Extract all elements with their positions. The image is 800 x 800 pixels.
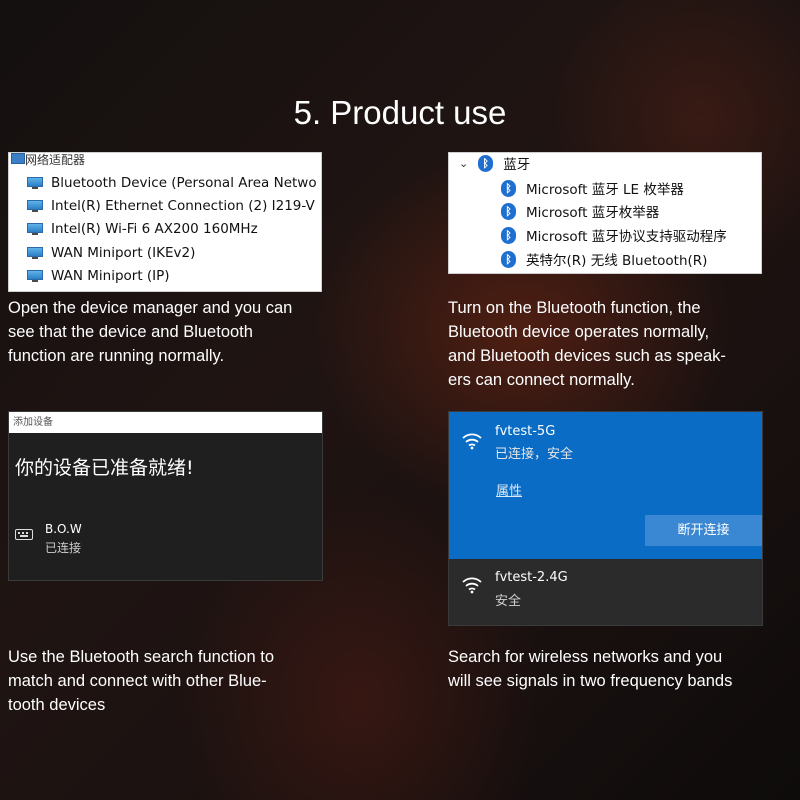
bluetooth-icon: ᛒ: [501, 226, 516, 244]
device-manager-caption: Open the device manager and you can see …: [8, 299, 293, 365]
monitor-icon: [27, 270, 43, 282]
chevron-down-icon[interactable]: ⌄: [459, 157, 468, 170]
paired-device-status: 已连接: [45, 541, 82, 555]
bluetooth-item-label: Microsoft 蓝牙协议支持驱动程序: [526, 229, 727, 245]
bluetooth-caption: Turn on the Bluetooth function, the Blue…: [448, 299, 726, 389]
disconnect-button[interactable]: 断开连接: [645, 515, 762, 546]
bluetooth-icon: ᛒ: [501, 179, 516, 197]
bluetooth-search-caption: Use the Bluetooth search function to mat…: [8, 648, 274, 714]
wifi-caption: Search for wireless networks and you wil…: [448, 648, 733, 690]
bluetooth-device-panel: ⌄ ᛒ 蓝牙 ᛒ Microsoft 蓝牙 LE 枚举器 ᛒ Microsoft…: [448, 152, 762, 274]
device-item[interactable]: WAN Miniport (IKEv2): [27, 242, 195, 264]
device-item[interactable]: Intel(R) Wi-Fi 6 AX200 160MHz: [27, 218, 258, 240]
network-status: 安全: [495, 594, 522, 609]
device-item-label: Intel(R) Ethernet Connection (2) I219-V: [51, 198, 315, 214]
bluetooth-category[interactable]: ⌄ ᛒ 蓝牙: [459, 153, 530, 173]
network-ssid[interactable]: fvtest-2.4G: [495, 570, 568, 585]
bluetooth-item[interactable]: ᛒ Microsoft 蓝牙枚举器: [501, 200, 659, 222]
monitor-icon: [27, 223, 43, 235]
bluetooth-item[interactable]: ᛒ Microsoft 蓝牙 LE 枚举器: [501, 177, 684, 199]
network-adapters-header[interactable]: 网络适配器: [25, 153, 85, 168]
network-ssid[interactable]: fvtest-5G: [495, 424, 555, 439]
bluetooth-icon: ᛒ: [501, 202, 516, 220]
device-item[interactable]: Intel(R) Ethernet Connection (2) I219-V: [27, 195, 315, 217]
page-title: 5. Product use: [293, 94, 507, 131]
properties-link[interactable]: 属性: [496, 480, 522, 499]
device-manager-panel: 网络适配器 Bluetooth Device (Personal Area Ne…: [8, 152, 322, 292]
network-adapter-icon: [11, 153, 25, 164]
ready-heading: 你的设备已准备就绪!: [15, 457, 194, 479]
bluetooth-item[interactable]: ᛒ 英特尔(R) 无线 Bluetooth(R): [501, 248, 707, 270]
paired-device-name[interactable]: B.O.W: [45, 522, 82, 536]
device-item-label: Bluetooth Device (Personal Area Netwo: [51, 175, 317, 191]
monitor-icon: [27, 247, 43, 259]
bluetooth-icon: ᛒ: [501, 250, 516, 268]
bluetooth-icon: ᛒ: [478, 154, 494, 172]
monitor-icon: [27, 177, 43, 189]
device-item[interactable]: WAN Miniport (IP): [27, 265, 170, 287]
device-item[interactable]: Bluetooth Device (Personal Area Netwo: [27, 172, 317, 194]
wifi-icon: [462, 577, 482, 594]
window-title-bar: 添加设备: [9, 412, 322, 433]
bluetooth-item[interactable]: ᛒ Microsoft 蓝牙协议支持驱动程序: [501, 224, 727, 246]
device-item-label: WAN Miniport (IP): [51, 268, 170, 284]
bluetooth-category-label: 蓝牙: [503, 157, 531, 173]
bluetooth-item-label: Microsoft 蓝牙枚举器: [526, 205, 660, 221]
network-status: 已连接，安全: [495, 447, 574, 462]
keyboard-icon: [15, 529, 33, 540]
bluetooth-item-label: Microsoft 蓝牙 LE 枚举器: [526, 182, 684, 198]
wifi-panel: fvtest-5G 已连接，安全 属性 断开连接 fvtest-2.4G 安全: [448, 411, 763, 626]
bluetooth-item-label: 英特尔(R) 无线 Bluetooth(R): [526, 253, 708, 269]
add-device-panel: 添加设备 你的设备已准备就绪! B.O.W 已连接: [8, 411, 323, 581]
wifi-icon: [462, 433, 482, 450]
device-item-label: WAN Miniport (IKEv2): [51, 245, 196, 261]
monitor-icon: [27, 200, 43, 212]
device-item-label: Intel(R) Wi-Fi 6 AX200 160MHz: [51, 221, 258, 237]
